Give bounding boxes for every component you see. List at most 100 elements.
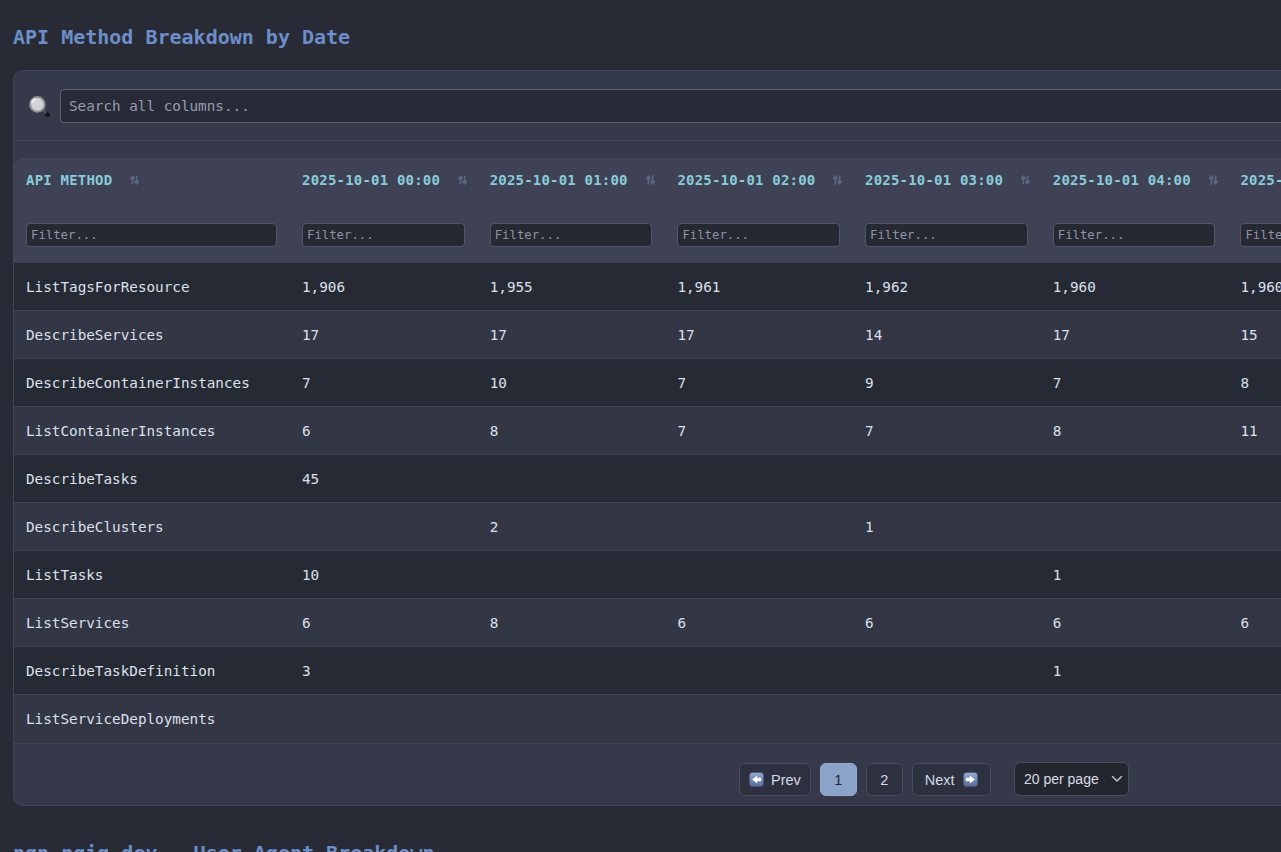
value-cell: 7 xyxy=(665,407,853,455)
next-label: Next xyxy=(925,772,955,788)
value-cell: 10 xyxy=(478,359,666,407)
filter-cell xyxy=(290,205,478,263)
column-header-label: 2025-10-01 02:00 xyxy=(677,172,815,188)
value-cell: 2 xyxy=(478,503,666,551)
filter-cell xyxy=(665,205,853,263)
api-method-table: API METHOD 2025-10-01 00:00 2025-10-01 0… xyxy=(14,158,1281,743)
value-cell: 1,960 xyxy=(1228,263,1281,311)
value-cell: 45 xyxy=(290,455,478,503)
page-button[interactable]: 2 xyxy=(866,763,903,796)
page-button[interactable]: 1 xyxy=(820,763,857,796)
column-header[interactable]: 2025-10-01 04:00 xyxy=(1041,158,1229,205)
table-row: ListServiceDeployments xyxy=(14,695,1281,743)
column-filter-input[interactable] xyxy=(26,223,277,247)
value-cell: 3 xyxy=(290,647,478,695)
table-row: DescribeTaskDefinition3 1 xyxy=(14,647,1281,695)
column-header-label: 2025-10-01 00:00 xyxy=(302,172,440,188)
value-cell xyxy=(1041,695,1229,743)
value-cell xyxy=(478,647,666,695)
value-cell: 9 xyxy=(853,359,1041,407)
value-cell: 1,961 xyxy=(665,263,853,311)
column-header[interactable]: 2025-10-01 03:00 xyxy=(853,158,1041,205)
value-cell: 17 xyxy=(290,311,478,359)
column-filter-input[interactable] xyxy=(1240,223,1281,247)
column-filter-input[interactable] xyxy=(490,223,653,247)
value-cell: 6 xyxy=(290,599,478,647)
column-header-label: 2025-10-01 03:00 xyxy=(865,172,1003,188)
filter-cell xyxy=(478,205,666,263)
filter-cell xyxy=(853,205,1041,263)
value-cell xyxy=(665,503,853,551)
column-filter-input[interactable] xyxy=(677,223,840,247)
value-cell: 1,906 xyxy=(290,263,478,311)
value-cell: 6 xyxy=(665,599,853,647)
column-header-label: API METHOD xyxy=(26,172,112,188)
search-input[interactable] xyxy=(60,89,1281,123)
page-size-label: 20 per page xyxy=(1024,771,1099,787)
column-header[interactable]: 2025-10-01 00:00 xyxy=(290,158,478,205)
value-cell: 10 xyxy=(290,551,478,599)
column-header[interactable]: 2025-10-01 02:00 xyxy=(665,158,853,205)
value-cell xyxy=(290,503,478,551)
value-cell: 1,962 xyxy=(853,263,1041,311)
column-filter-input[interactable] xyxy=(302,223,465,247)
sort-icon xyxy=(833,175,842,185)
search-bar xyxy=(14,71,1281,141)
filter-row xyxy=(14,205,1281,263)
method-cell: ListServiceDeployments xyxy=(14,695,290,743)
value-cell: 1,960 xyxy=(1041,263,1229,311)
method-cell: ListTagsForResource xyxy=(14,263,290,311)
table-row: DescribeContainerInstances7107978 xyxy=(14,359,1281,407)
value-cell xyxy=(665,455,853,503)
value-cell: 6 xyxy=(853,599,1041,647)
value-cell: 8 xyxy=(1041,407,1229,455)
column-header-label: 2025-10-01 05:00 xyxy=(1240,172,1281,188)
value-cell xyxy=(853,455,1041,503)
column-header-label: 2025-10-01 01:00 xyxy=(490,172,628,188)
value-cell xyxy=(853,551,1041,599)
chevron-down-icon xyxy=(1111,775,1123,783)
table-body: ListTagsForResource1,9061,9551,9611,9621… xyxy=(14,263,1281,743)
value-cell: 8 xyxy=(478,599,666,647)
value-cell: 1,955 xyxy=(478,263,666,311)
value-cell xyxy=(1228,503,1281,551)
sort-icon xyxy=(646,175,655,185)
method-cell: DescribeTasks xyxy=(14,455,290,503)
pager: Prev 1 2 Next xyxy=(739,763,991,796)
value-cell xyxy=(478,695,666,743)
page-buttons: 1 2 xyxy=(820,763,903,796)
prev-label: Prev xyxy=(771,772,801,788)
sort-icon xyxy=(1021,175,1030,185)
search-icon xyxy=(29,96,50,117)
value-cell: 7 xyxy=(1041,359,1229,407)
page-size-select[interactable]: 20 per page xyxy=(1014,762,1129,796)
value-cell xyxy=(853,647,1041,695)
sort-icon xyxy=(130,175,139,185)
value-cell: 1 xyxy=(1041,551,1229,599)
value-cell: 17 xyxy=(1041,311,1229,359)
value-cell: 17 xyxy=(478,311,666,359)
prev-button[interactable]: Prev xyxy=(739,763,811,796)
value-cell: 6 xyxy=(1228,599,1281,647)
api-method-breakdown-card: API METHOD 2025-10-01 00:00 2025-10-01 0… xyxy=(13,70,1281,806)
value-cell xyxy=(853,695,1041,743)
value-cell: 1 xyxy=(1041,647,1229,695)
column-header[interactable]: 2025-10-01 05:00 xyxy=(1228,158,1281,205)
method-cell: DescribeClusters xyxy=(14,503,290,551)
left-arrow-icon xyxy=(749,772,764,787)
value-cell xyxy=(1228,647,1281,695)
column-filter-input[interactable] xyxy=(865,223,1028,247)
column-header[interactable]: 2025-10-01 01:00 xyxy=(478,158,666,205)
table-row: ListContainerInstances6877811 xyxy=(14,407,1281,455)
header-row: API METHOD 2025-10-01 00:00 2025-10-01 0… xyxy=(14,158,1281,205)
table-row: DescribeTasks45 xyxy=(14,455,1281,503)
value-cell: 11 xyxy=(1228,407,1281,455)
value-cell: 8 xyxy=(478,407,666,455)
sort-icon xyxy=(458,175,467,185)
column-header[interactable]: API METHOD xyxy=(14,158,290,205)
next-button[interactable]: Next xyxy=(912,763,991,796)
next-section-title: ngn-ngiq-dev — User Agent Breakdown xyxy=(13,842,434,852)
method-cell: DescribeTaskDefinition xyxy=(14,647,290,695)
column-filter-input[interactable] xyxy=(1053,223,1216,247)
pagination-bar: Prev 1 2 Next 20 per page xyxy=(14,743,1281,805)
